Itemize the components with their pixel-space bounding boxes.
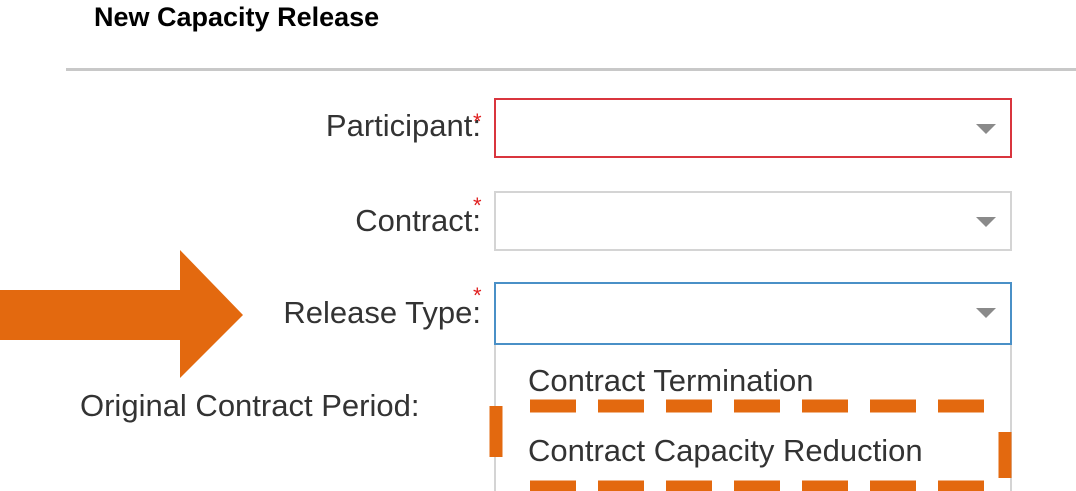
highlight-frame (489, 399, 1012, 491)
